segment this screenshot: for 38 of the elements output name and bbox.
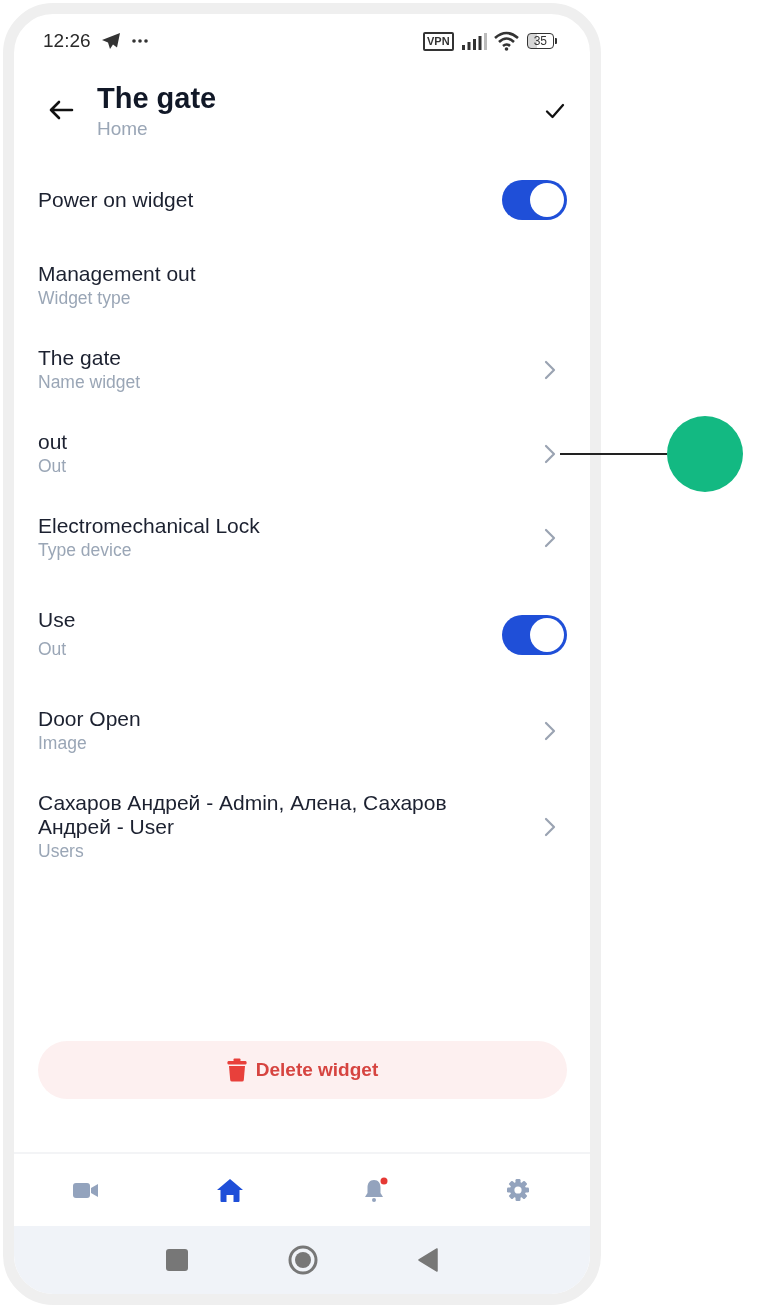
setting-subtitle: Widget type [38,287,131,310]
signal-icon [461,32,487,50]
toggle-switch[interactable] [502,614,567,655]
setting-subtitle: Image [38,732,87,755]
more-dots-icon [131,39,148,43]
setting-subtitle: Users [38,840,84,863]
chevron-right-icon [544,817,556,837]
screen-subtitle: Home [97,117,148,141]
setting-title: Electromechanical Lock [38,514,260,538]
toggle-switch[interactable] [502,180,567,220]
delete-widget-button[interactable]: Delete widget [38,1041,567,1099]
setting-title: The gate [38,346,121,370]
trash-icon [226,1058,247,1082]
paper-plane-icon [100,32,121,50]
clock-time: 12:26 [43,30,91,52]
ring-icon[interactable] [288,1245,318,1275]
screen-title: The gate [97,82,217,115]
setting-subtitle: Type device [38,539,132,562]
setting-title: Door Open [38,707,141,731]
chevron-right-icon [544,721,556,741]
setting-subtitle: Name widget [38,371,141,394]
setting-title: Management out [38,262,196,286]
setting-title: out [38,430,68,454]
setting-subtitle: Out [38,455,67,478]
back-arrow-icon[interactable] [48,100,74,120]
setting-subtitle: Out [38,638,67,661]
setting-title: Сахаров Андрей - Admin, Алена, Сахаров Андрей - User [38,791,448,839]
back-triangle-icon[interactable] [418,1248,438,1272]
setting-title: Power on widget [38,188,194,212]
vpn-indicator: VPN [423,31,454,51]
checkmark-icon[interactable] [545,103,565,119]
home-icon[interactable] [215,1176,245,1204]
chevron-right-icon [544,360,556,380]
chevron-right-icon [544,528,556,548]
setting-title: Use [38,608,76,632]
battery-indicator: 35 [526,33,557,49]
chevron-right-icon [544,444,556,464]
wifi-icon [493,31,519,51]
